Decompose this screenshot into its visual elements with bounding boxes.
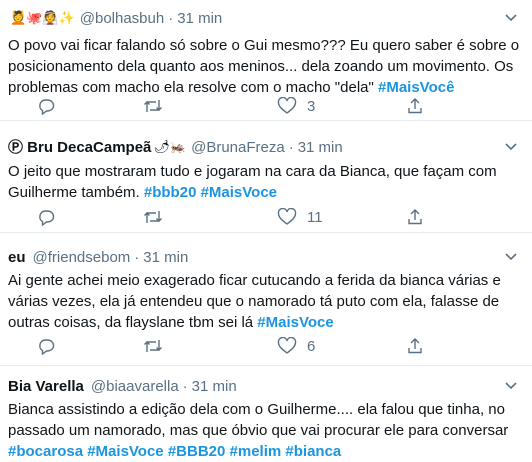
timestamp[interactable]: 31 min: [298, 139, 343, 157]
heart-icon: [277, 208, 297, 226]
timestamp[interactable]: 31 min: [192, 378, 237, 396]
retweet-button[interactable]: [143, 97, 163, 115]
user-handle[interactable]: @biaavarella: [91, 378, 179, 396]
like-count: 3: [307, 97, 316, 115]
reply-icon: [37, 97, 55, 115]
tweet-text: Bianca assistindo a edição dela com o Gu…: [8, 399, 522, 462]
tweet-card[interactable]: eu @friendsebom · 31 min Ai gente achei …: [0, 233, 532, 366]
hashtag-link[interactable]: #MaisVoce: [87, 443, 163, 460]
hashtag-link[interactable]: #bbb20: [144, 184, 197, 201]
share-button[interactable]: [406, 97, 424, 115]
tweet-header: 💆🐙👰✨ @bolhasbuh · 31 min: [8, 10, 222, 28]
chevron-down-icon[interactable]: [504, 252, 518, 262]
hashtag-link[interactable]: #MaisVoce: [201, 184, 277, 201]
share-icon: [406, 97, 424, 115]
user-handle[interactable]: @bolhasbuh: [80, 10, 164, 28]
display-name[interactable]: Bia Varella: [8, 378, 84, 396]
display-name[interactable]: Ⓟ Bru DecaCampeã: [8, 139, 151, 157]
reply-button[interactable]: [37, 337, 55, 355]
name-emojis: 💆🐙👰✨: [10, 11, 75, 26]
retweet-icon: [143, 337, 163, 355]
user-handle[interactable]: @friendsebom: [33, 249, 131, 267]
tweet-card[interactable]: Bia Varella @biaavarella · 31 min Bianca…: [0, 366, 532, 461]
like-button[interactable]: 3: [277, 97, 315, 115]
tweet-card[interactable]: Ⓟ Bru DecaCampeã 🌶🦗 @BrunaFreza · 31 min…: [0, 121, 532, 233]
timestamp[interactable]: 31 min: [177, 10, 222, 28]
retweet-button[interactable]: [143, 208, 163, 226]
separator-dot: ·: [182, 378, 188, 395]
reply-button[interactable]: [37, 97, 55, 115]
share-button[interactable]: [406, 337, 424, 355]
separator-dot: ·: [134, 249, 140, 266]
retweet-icon: [143, 97, 163, 115]
retweet-button[interactable]: [143, 337, 163, 355]
chevron-down-icon[interactable]: [504, 13, 518, 23]
reply-icon: [37, 208, 55, 226]
like-count: 6: [307, 337, 316, 355]
tweet-text: O povo vai ficar falando só sobre o Gui …: [8, 35, 522, 98]
share-icon: [406, 208, 424, 226]
display-name[interactable]: eu: [8, 249, 26, 267]
reply-icon: [37, 337, 55, 355]
like-button[interactable]: 11: [277, 208, 323, 226]
user-handle[interactable]: @BrunaFreza: [191, 139, 285, 157]
share-icon: [406, 337, 424, 355]
hashtag-link[interactable]: #bocarosa: [8, 443, 83, 460]
share-button[interactable]: [406, 208, 424, 226]
hashtag-link[interactable]: #BBB20: [168, 443, 226, 460]
tweet-actions: 6: [0, 337, 532, 357]
like-count: 11: [307, 208, 323, 226]
separator-dot: ·: [288, 139, 294, 156]
tweet-text: Ai gente achei meio exagerado ficar cutu…: [8, 270, 522, 333]
reply-button[interactable]: [37, 208, 55, 226]
tweet-header: Bia Varella @biaavarella · 31 min: [8, 378, 237, 396]
hashtag-link[interactable]: #bianca: [285, 443, 341, 460]
name-emojis: 🌶🦗: [153, 140, 187, 155]
separator-dot: ·: [168, 10, 174, 27]
tweet-card[interactable]: 💆🐙👰✨ @bolhasbuh · 31 min O povo vai fica…: [0, 0, 532, 121]
hashtag-link[interactable]: #melim: [230, 443, 282, 460]
tweet-feed: 💆🐙👰✨ @bolhasbuh · 31 min O povo vai fica…: [0, 0, 532, 461]
chevron-down-icon[interactable]: [504, 142, 518, 152]
chevron-down-icon[interactable]: [504, 381, 518, 391]
timestamp[interactable]: 31 min: [143, 249, 188, 267]
tweet-actions: 11: [0, 208, 532, 228]
hashtag-link[interactable]: #MaisVocê: [378, 79, 454, 96]
retweet-icon: [143, 208, 163, 226]
tweet-actions: 3: [0, 97, 532, 117]
tweet-header: eu @friendsebom · 31 min: [8, 249, 188, 267]
like-button[interactable]: 6: [277, 337, 315, 355]
tweet-text-content: Bianca assistindo a edição dela com o Gu…: [8, 401, 513, 439]
heart-icon: [277, 97, 297, 115]
tweet-text: O jeito que mostraram tudo e jogaram na …: [8, 161, 522, 203]
heart-icon: [277, 337, 297, 355]
hashtag-link[interactable]: #MaisVoce: [257, 314, 333, 331]
tweet-header: Ⓟ Bru DecaCampeã 🌶🦗 @BrunaFreza · 31 min: [8, 139, 343, 157]
